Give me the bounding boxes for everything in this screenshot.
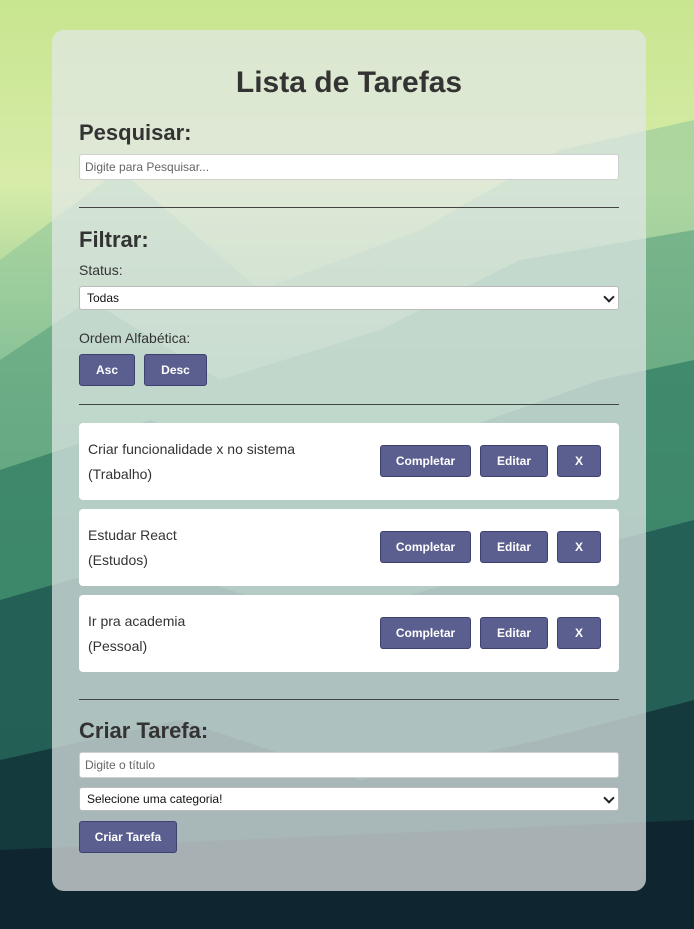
task-title-input[interactable]: Digite o título xyxy=(79,752,619,778)
task-item: Estudar React (Estudos) Completar Editar… xyxy=(79,509,619,586)
task-title: Criar funcionalidade x no sistema xyxy=(88,441,295,457)
task-item: Criar funcionalidade x no sistema (Traba… xyxy=(79,423,619,500)
task-category: (Estudos) xyxy=(88,552,148,568)
sort-desc-button[interactable]: Desc xyxy=(144,354,207,386)
order-label: Ordem Alfabética: xyxy=(79,330,191,346)
page-title: Lista de Tarefas xyxy=(235,66,463,99)
search-heading: Pesquisar: xyxy=(79,120,192,145)
complete-button[interactable]: Completar xyxy=(380,531,471,563)
task-category: (Trabalho) xyxy=(88,466,153,482)
filter-heading: Filtrar: xyxy=(79,227,149,252)
status-select-value: Todas xyxy=(87,291,120,305)
task-item: Ir pra academia (Pessoal) Completar Edit… xyxy=(79,595,619,672)
divider xyxy=(79,207,619,208)
complete-button[interactable]: Completar xyxy=(380,617,471,649)
status-label: Status: xyxy=(79,262,123,278)
sort-asc-button[interactable]: Asc xyxy=(79,354,135,386)
category-select[interactable]: Selecione uma categoria! xyxy=(79,787,619,811)
task-list-card: Lista de Tarefas Pesquisar: Digite para … xyxy=(52,30,646,891)
search-input[interactable]: Digite para Pesquisar... xyxy=(79,154,619,180)
status-select[interactable]: Todas xyxy=(79,286,619,310)
complete-button[interactable]: Completar xyxy=(380,445,471,477)
divider xyxy=(79,404,619,405)
delete-button[interactable]: X xyxy=(557,617,601,649)
edit-button[interactable]: Editar xyxy=(480,445,548,477)
create-task-button[interactable]: Criar Tarefa xyxy=(79,821,177,853)
delete-button[interactable]: X xyxy=(557,531,601,563)
edit-button[interactable]: Editar xyxy=(480,617,548,649)
task-title: Ir pra academia xyxy=(88,613,186,629)
category-select-value: Selecione uma categoria! xyxy=(87,792,223,806)
task-category: (Pessoal) xyxy=(88,638,148,654)
chevron-down-icon xyxy=(603,792,615,804)
delete-button[interactable]: X xyxy=(557,445,601,477)
divider xyxy=(79,699,619,700)
edit-button[interactable]: Editar xyxy=(480,531,548,563)
create-heading: Criar Tarefa: xyxy=(79,718,209,743)
task-title: Estudar React xyxy=(88,527,177,543)
chevron-down-icon xyxy=(603,291,615,303)
